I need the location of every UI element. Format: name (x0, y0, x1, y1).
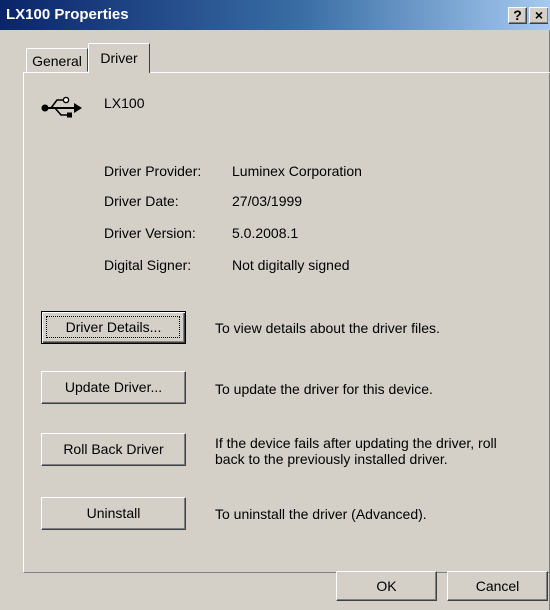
tab-driver[interactable]: Driver (88, 43, 150, 73)
driver-date-label: Driver Date: (104, 193, 179, 209)
roll-back-driver-button[interactable]: Roll Back Driver (41, 433, 186, 466)
cancel-button[interactable]: Cancel (447, 571, 548, 601)
digital-signer-value: Not digitally signed (232, 257, 350, 273)
uninstall-button[interactable]: Uninstall (41, 497, 186, 530)
tab-general[interactable]: General (26, 48, 88, 72)
driver-version-label: Driver Version: (104, 225, 196, 241)
driver-date-value: 27/03/1999 (232, 193, 303, 209)
help-icon: ? (513, 7, 522, 23)
cancel-label: Cancel (475, 578, 520, 594)
driver-details-button[interactable]: Driver Details... (41, 311, 186, 344)
help-button[interactable]: ? (508, 7, 527, 24)
driver-details-description: To view details about the driver files. (215, 320, 440, 336)
ok-label: OK (376, 578, 397, 594)
uninstall-label: Uninstall (86, 505, 141, 521)
roll-back-driver-label: Roll Back Driver (63, 441, 164, 457)
ok-button[interactable]: OK (336, 571, 437, 601)
window-title: LX100 Properties (6, 6, 129, 23)
usb-icon (41, 96, 82, 118)
close-button[interactable]: × (529, 7, 548, 24)
driver-version-value: 5.0.2008.1 (232, 225, 299, 241)
title-bar: LX100 Properties ? × (0, 0, 550, 30)
update-driver-description: To update the driver for this device. (215, 381, 433, 397)
properties-dialog: LX100 Properties ? × General Driver LX10… (0, 0, 550, 610)
uninstall-description: To uninstall the driver (Advanced). (215, 506, 427, 522)
driver-provider-value: Luminex Corporation (232, 163, 362, 179)
roll-back-driver-description: If the device fails after updating the d… (215, 435, 497, 467)
driver-details-label: Driver Details... (65, 319, 162, 335)
close-icon: × (534, 7, 544, 23)
driver-provider-label: Driver Provider: (104, 163, 202, 179)
update-driver-button[interactable]: Update Driver... (41, 371, 186, 404)
digital-signer-label: Digital Signer: (104, 257, 192, 273)
update-driver-label: Update Driver... (64, 379, 163, 395)
device-name: LX100 (104, 95, 145, 111)
